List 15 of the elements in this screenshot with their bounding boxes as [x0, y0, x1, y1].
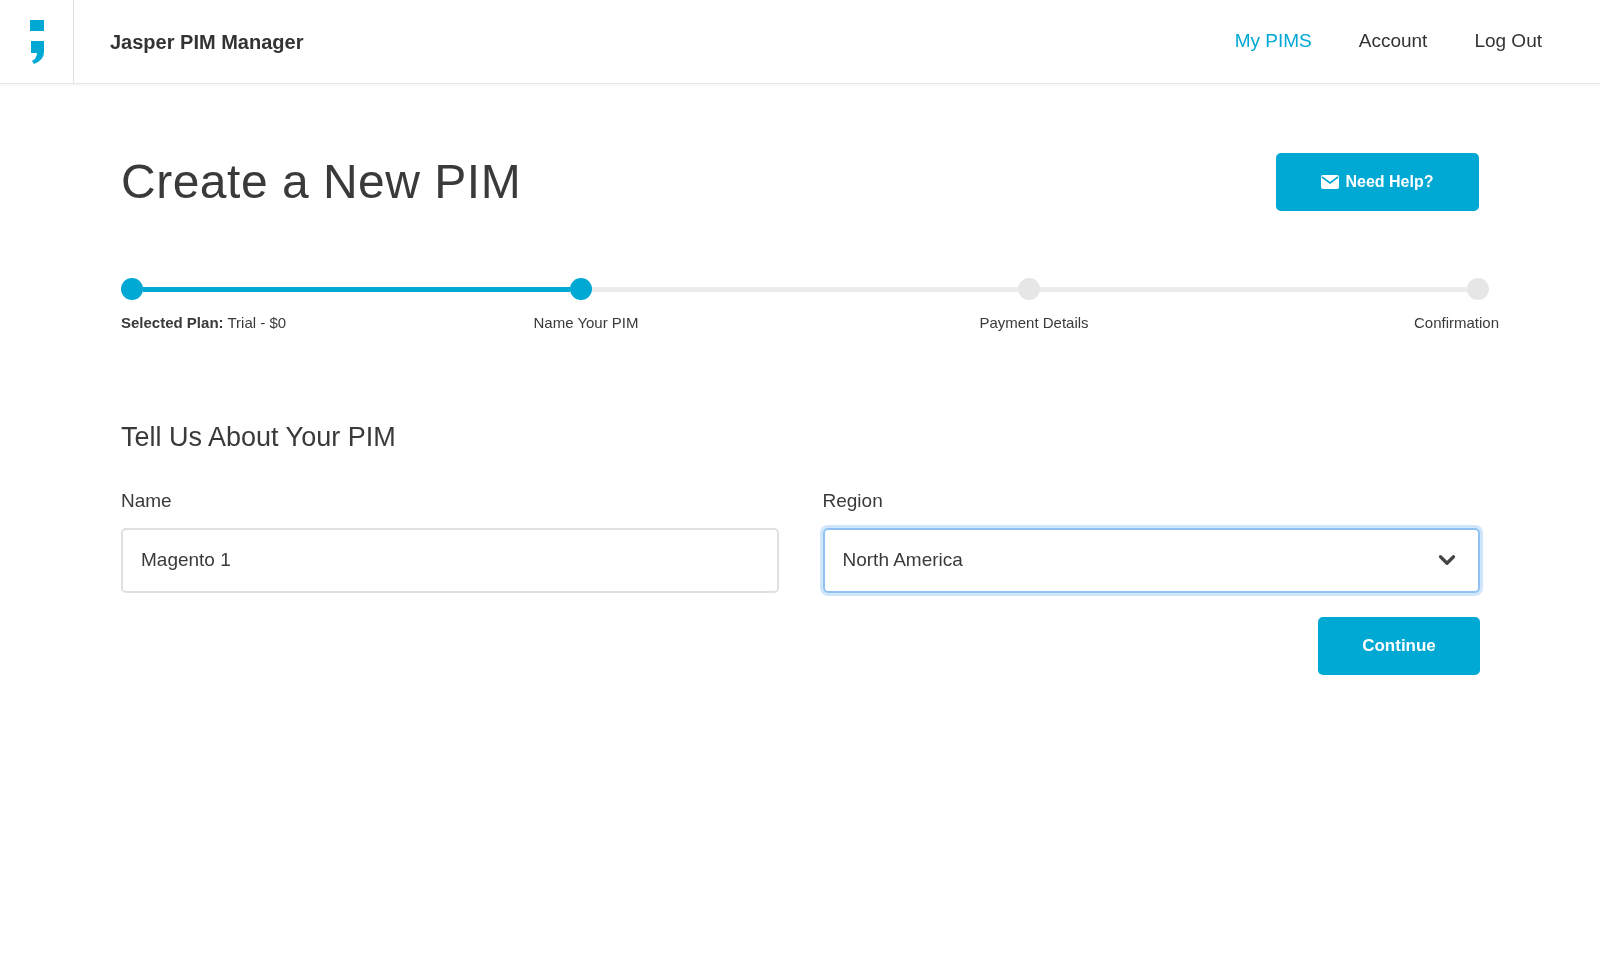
field-label: Region: [822, 489, 884, 513]
nav-link[interactable]: Log Out: [1474, 27, 1542, 56]
app-name: Jasper PIM Manager: [110, 29, 304, 55]
section-heading: Tell Us About Your PIM: [121, 420, 397, 454]
page-title: Create a New PIM: [121, 154, 522, 210]
logo-icon: [28, 19, 45, 64]
name-field[interactable]: Magento 1: [121, 527, 779, 593]
step-label: Confirmation: [1413, 313, 1499, 333]
step-label: Payment Details: [979, 313, 1089, 333]
field-label: Name: [121, 489, 173, 513]
step-label: Name Your PIM: [533, 313, 639, 333]
mail-icon: [1321, 175, 1340, 189]
nav-link[interactable]: Account: [1358, 27, 1428, 56]
step-label: Selected Plan: Trial - $0: [121, 313, 287, 333]
region-select[interactable]: North America: [822, 527, 1480, 593]
